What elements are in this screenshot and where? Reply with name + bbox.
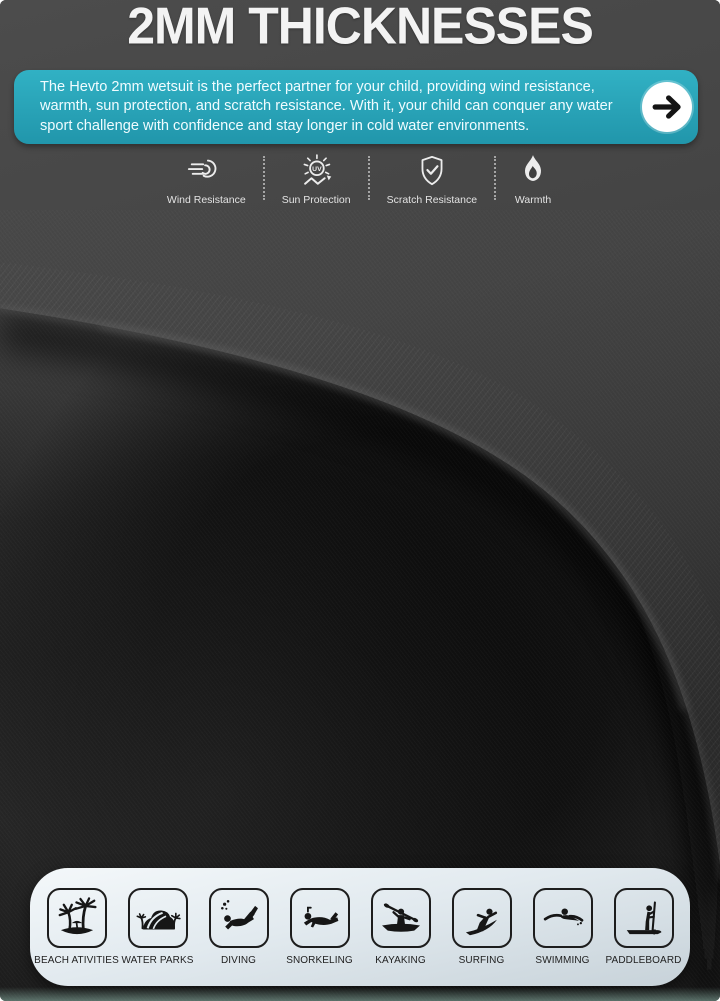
feature-warmth: Warmth: [496, 151, 570, 206]
activity-label: DIVING: [220, 955, 257, 966]
activity-snorkeling: SNORKELING: [279, 888, 360, 966]
water-slide-icon: [127, 888, 188, 948]
surfer-icon: [451, 888, 512, 948]
activity-beach: BEACH ATIVITIES: [34, 888, 119, 966]
paddleboard-icon: [613, 888, 674, 948]
activity-label: SNORKELING: [286, 955, 353, 966]
feature-row: Wind Resistance UV Sun Protection Scratc…: [0, 151, 720, 206]
activity-label: KAYAKING: [375, 955, 426, 966]
svg-text:UV: UV: [312, 166, 322, 173]
flame-icon: [513, 151, 553, 191]
feature-label: Scratch Resistance: [386, 194, 478, 206]
dotted-divider: [262, 156, 265, 200]
feature-sun-protection: UV Sun Protection: [265, 151, 368, 206]
snorkeler-icon: [289, 888, 350, 948]
palm-island-icon: [46, 888, 107, 948]
activity-label: BEACH ATIVITIES: [34, 955, 119, 966]
dotted-divider: [494, 156, 497, 200]
page-title: 2MM THICKNESSES: [127, 0, 594, 56]
activity-label: SWIMMING: [535, 955, 590, 966]
right-arrow-icon: [652, 95, 681, 119]
feature-scratch-resistance: Scratch Resistance: [370, 151, 494, 206]
activity-surfing: SURFING: [441, 888, 522, 966]
feature-label: Wind Resistance: [166, 194, 246, 206]
activity-water-parks: WATER PARKS: [117, 888, 198, 966]
feature-label: Sun Protection: [281, 194, 351, 206]
activity-label: WATER PARKS: [121, 955, 194, 966]
swimmer-icon: [532, 888, 593, 948]
uv-sun-protection-icon: UV: [294, 151, 338, 191]
feature-label: Warmth: [514, 194, 552, 206]
activity-swimming: SWIMMING: [522, 888, 603, 966]
wetsuit-thickness-poster: 2MM THICKNESSES The Hevto 2mm wetsuit is…: [0, 0, 720, 1001]
dotted-divider: [367, 156, 370, 200]
wind-resistance-icon: [183, 151, 229, 191]
next-arrow-button[interactable]: [642, 82, 692, 132]
activity-kayaking: KAYAKING: [360, 888, 441, 966]
activity-label: PADDLEBOARD: [605, 955, 682, 966]
scuba-diver-icon: [208, 888, 269, 948]
banner-text: The Hevto 2mm wetsuit is the perfect par…: [40, 78, 613, 134]
activity-diving: DIVING: [198, 888, 279, 966]
activity-paddleboard: PADDLEBOARD: [603, 888, 684, 966]
feature-wind-resistance: Wind Resistance: [150, 151, 263, 206]
shield-check-icon: [412, 151, 452, 191]
kayak-icon: [370, 888, 431, 948]
activity-label: SURFING: [458, 955, 505, 966]
activity-bar: BEACH ATIVITIES WATER PARKS DIVING SNORK…: [30, 868, 690, 986]
description-banner: The Hevto 2mm wetsuit is the perfect par…: [14, 70, 698, 144]
